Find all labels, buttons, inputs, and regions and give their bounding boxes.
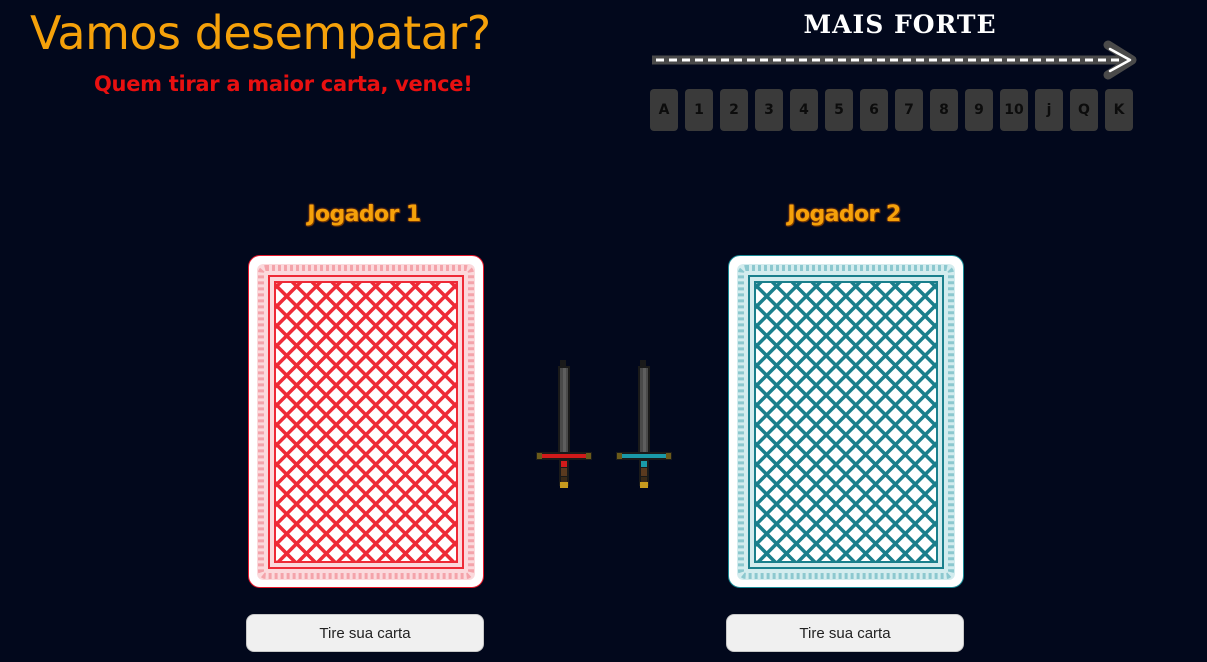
player-1-card-back[interactable] [248, 255, 484, 588]
rank-tile: 5 [825, 89, 853, 131]
page-subtitle: Quem tirar a maior carta, vence! [94, 72, 473, 96]
rank-tile: 1 [685, 89, 713, 131]
sword-red-icon [536, 360, 592, 488]
page-title: Vamos desempatar? [30, 6, 491, 60]
rank-tile: 3 [755, 89, 783, 131]
rank-tile: 6 [860, 89, 888, 131]
rank-scale: A 1 2 3 4 5 6 7 8 9 10 j Q K [650, 89, 1133, 131]
rank-tile: 10 [1000, 89, 1028, 131]
card-back-pattern-icon [737, 264, 955, 580]
sword-teal-icon [616, 360, 672, 488]
strength-label: MAIS FORTE [803, 10, 997, 39]
rank-tile: j [1035, 89, 1063, 131]
rank-tile: 2 [720, 89, 748, 131]
rank-tile: A [650, 89, 678, 131]
draw-card-button-player-1[interactable]: Tire sua carta [246, 614, 484, 652]
rank-tile: 8 [930, 89, 958, 131]
rank-tile: 9 [965, 89, 993, 131]
rank-tile: Q [1070, 89, 1098, 131]
player-2-name: Jogador 2 [787, 202, 901, 227]
player-2-card-back[interactable] [728, 255, 964, 588]
draw-card-button-player-2[interactable]: Tire sua carta [726, 614, 964, 652]
strength-arrow-icon [652, 40, 1137, 80]
card-back-pattern-icon [257, 264, 475, 580]
rank-tile: 7 [895, 89, 923, 131]
rank-tile: K [1105, 89, 1133, 131]
rank-tile: 4 [790, 89, 818, 131]
player-1-name: Jogador 1 [307, 202, 421, 227]
